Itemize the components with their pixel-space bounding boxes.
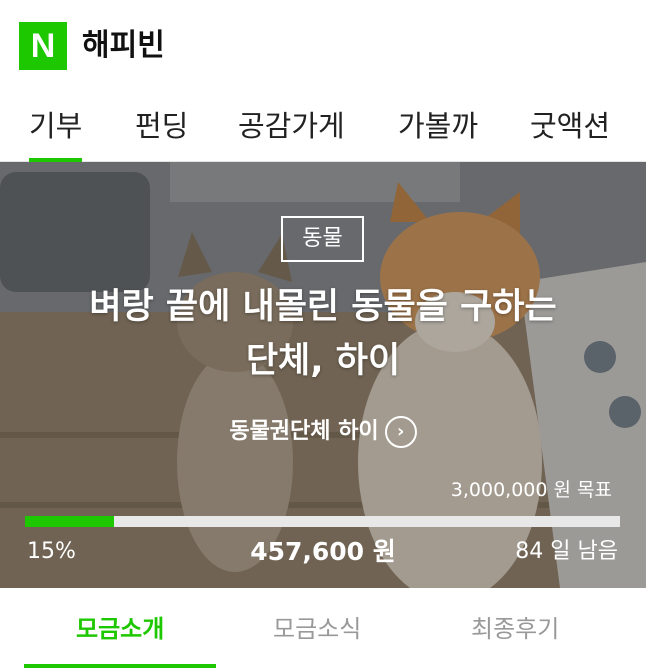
organization-name: 동물권단체 하이 bbox=[229, 419, 379, 444]
nav-tab-empathy-store[interactable]: 공감가게 bbox=[238, 106, 345, 146]
raised-amount-unit: 원 bbox=[372, 537, 396, 566]
days-remaining-value: 84 bbox=[515, 539, 544, 564]
progress-bar bbox=[25, 516, 620, 527]
nav-tab-good-action[interactable]: 굿액션 bbox=[530, 106, 610, 146]
nav-tab-label: 기부 bbox=[29, 109, 83, 143]
campaign-title-line1: 벼랑 끝에 내몰린 동물을 구하는 bbox=[89, 287, 557, 327]
tab-final-review[interactable]: 최종후기 bbox=[471, 612, 559, 646]
goal-amount: 3,000,000 원 목표 bbox=[451, 476, 612, 504]
raised-amount-value: 457,600 bbox=[250, 537, 365, 566]
active-tab-indicator bbox=[24, 664, 217, 668]
tab-label: 모금소개 bbox=[76, 615, 165, 643]
nav-tab-donate[interactable]: 기부 bbox=[29, 106, 83, 162]
service-title[interactable]: 해피빈 bbox=[82, 24, 165, 68]
progress-fill bbox=[25, 516, 115, 527]
organization-link[interactable]: 동물권단체 하이 › bbox=[0, 414, 646, 450]
nav-tab-gabolkka[interactable]: 가볼까 bbox=[398, 106, 478, 146]
chevron-right-icon: › bbox=[384, 416, 417, 448]
campaign-title: 벼랑 끝에 내몰린 동물을 구하는 단체, 하이 bbox=[20, 280, 626, 388]
tab-campaign-news[interactable]: 모금소식 bbox=[273, 612, 361, 646]
goal-amount-value: 3,000,000 bbox=[450, 479, 548, 501]
tab-campaign-intro[interactable]: 모금소개 bbox=[24, 612, 217, 668]
category-badge: 동물 bbox=[281, 216, 364, 262]
days-remaining-suffix: 일 남음 bbox=[550, 539, 618, 564]
days-remaining: 84 일 남음 bbox=[515, 536, 618, 568]
campaign-title-line2: 단체, 하이 bbox=[245, 341, 401, 381]
campaign-tabs: 모금소개 모금소식 최종후기 bbox=[0, 588, 646, 668]
goal-amount-suffix: 원 목표 bbox=[553, 479, 612, 501]
top-bar: N 해피빈 bbox=[0, 0, 646, 92]
naver-logo[interactable]: N bbox=[19, 22, 67, 70]
nav-tab-funding[interactable]: 펀딩 bbox=[135, 106, 188, 146]
main-navigation: 기부 펀딩 공감가게 가볼까 굿액션 bbox=[0, 92, 646, 162]
